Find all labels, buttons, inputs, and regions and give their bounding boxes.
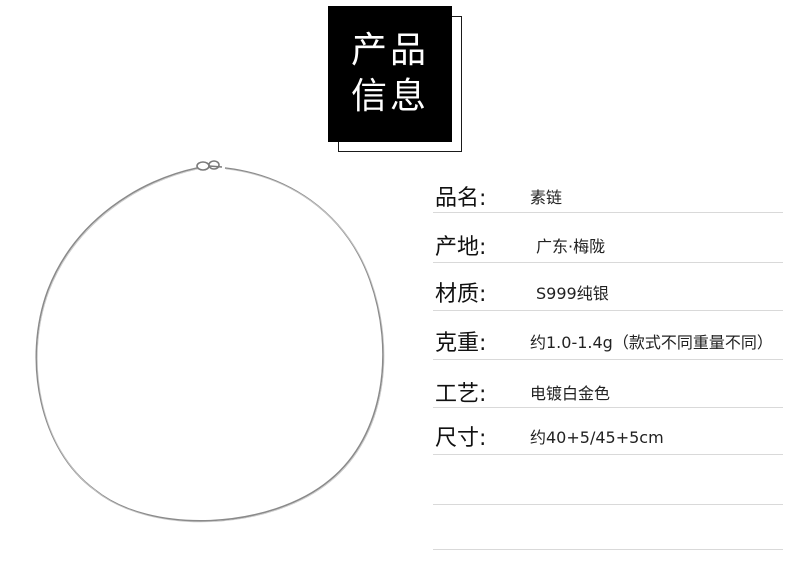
row-divider: [433, 504, 783, 505]
info-label-weight: 克重:: [435, 331, 487, 356]
row-divider: [433, 212, 783, 213]
section-title-box: 产品 信息: [328, 6, 452, 142]
section-title-line-1: 产品: [350, 30, 429, 71]
row-divider: [433, 454, 783, 455]
info-value-origin: 广东·梅陇: [536, 237, 606, 256]
row-divider: [433, 310, 783, 311]
info-label-size: 尺寸:: [435, 426, 487, 451]
info-label-craft: 工艺:: [435, 382, 487, 407]
info-label-origin: 产地:: [435, 235, 487, 260]
silver-chain-necklace-image: [35, 160, 385, 523]
row-divider: [433, 359, 783, 360]
info-value-craft: 电镀白金色: [530, 384, 611, 403]
row-divider: [433, 407, 783, 408]
info-value-size: 约40+5/45+5cm: [530, 428, 664, 447]
row-divider: [433, 262, 783, 263]
info-label-name: 品名:: [435, 186, 487, 211]
info-value-weight: 约1.0-1.4g（款式不同重量不同）: [530, 333, 773, 352]
info-value-material: S999纯银: [536, 284, 609, 303]
row-divider: [433, 549, 783, 550]
info-label-material: 材质:: [435, 282, 487, 307]
clasp-icon: [196, 160, 223, 171]
info-value-name: 素链: [530, 188, 563, 207]
section-title-line-2: 信息: [350, 76, 429, 117]
